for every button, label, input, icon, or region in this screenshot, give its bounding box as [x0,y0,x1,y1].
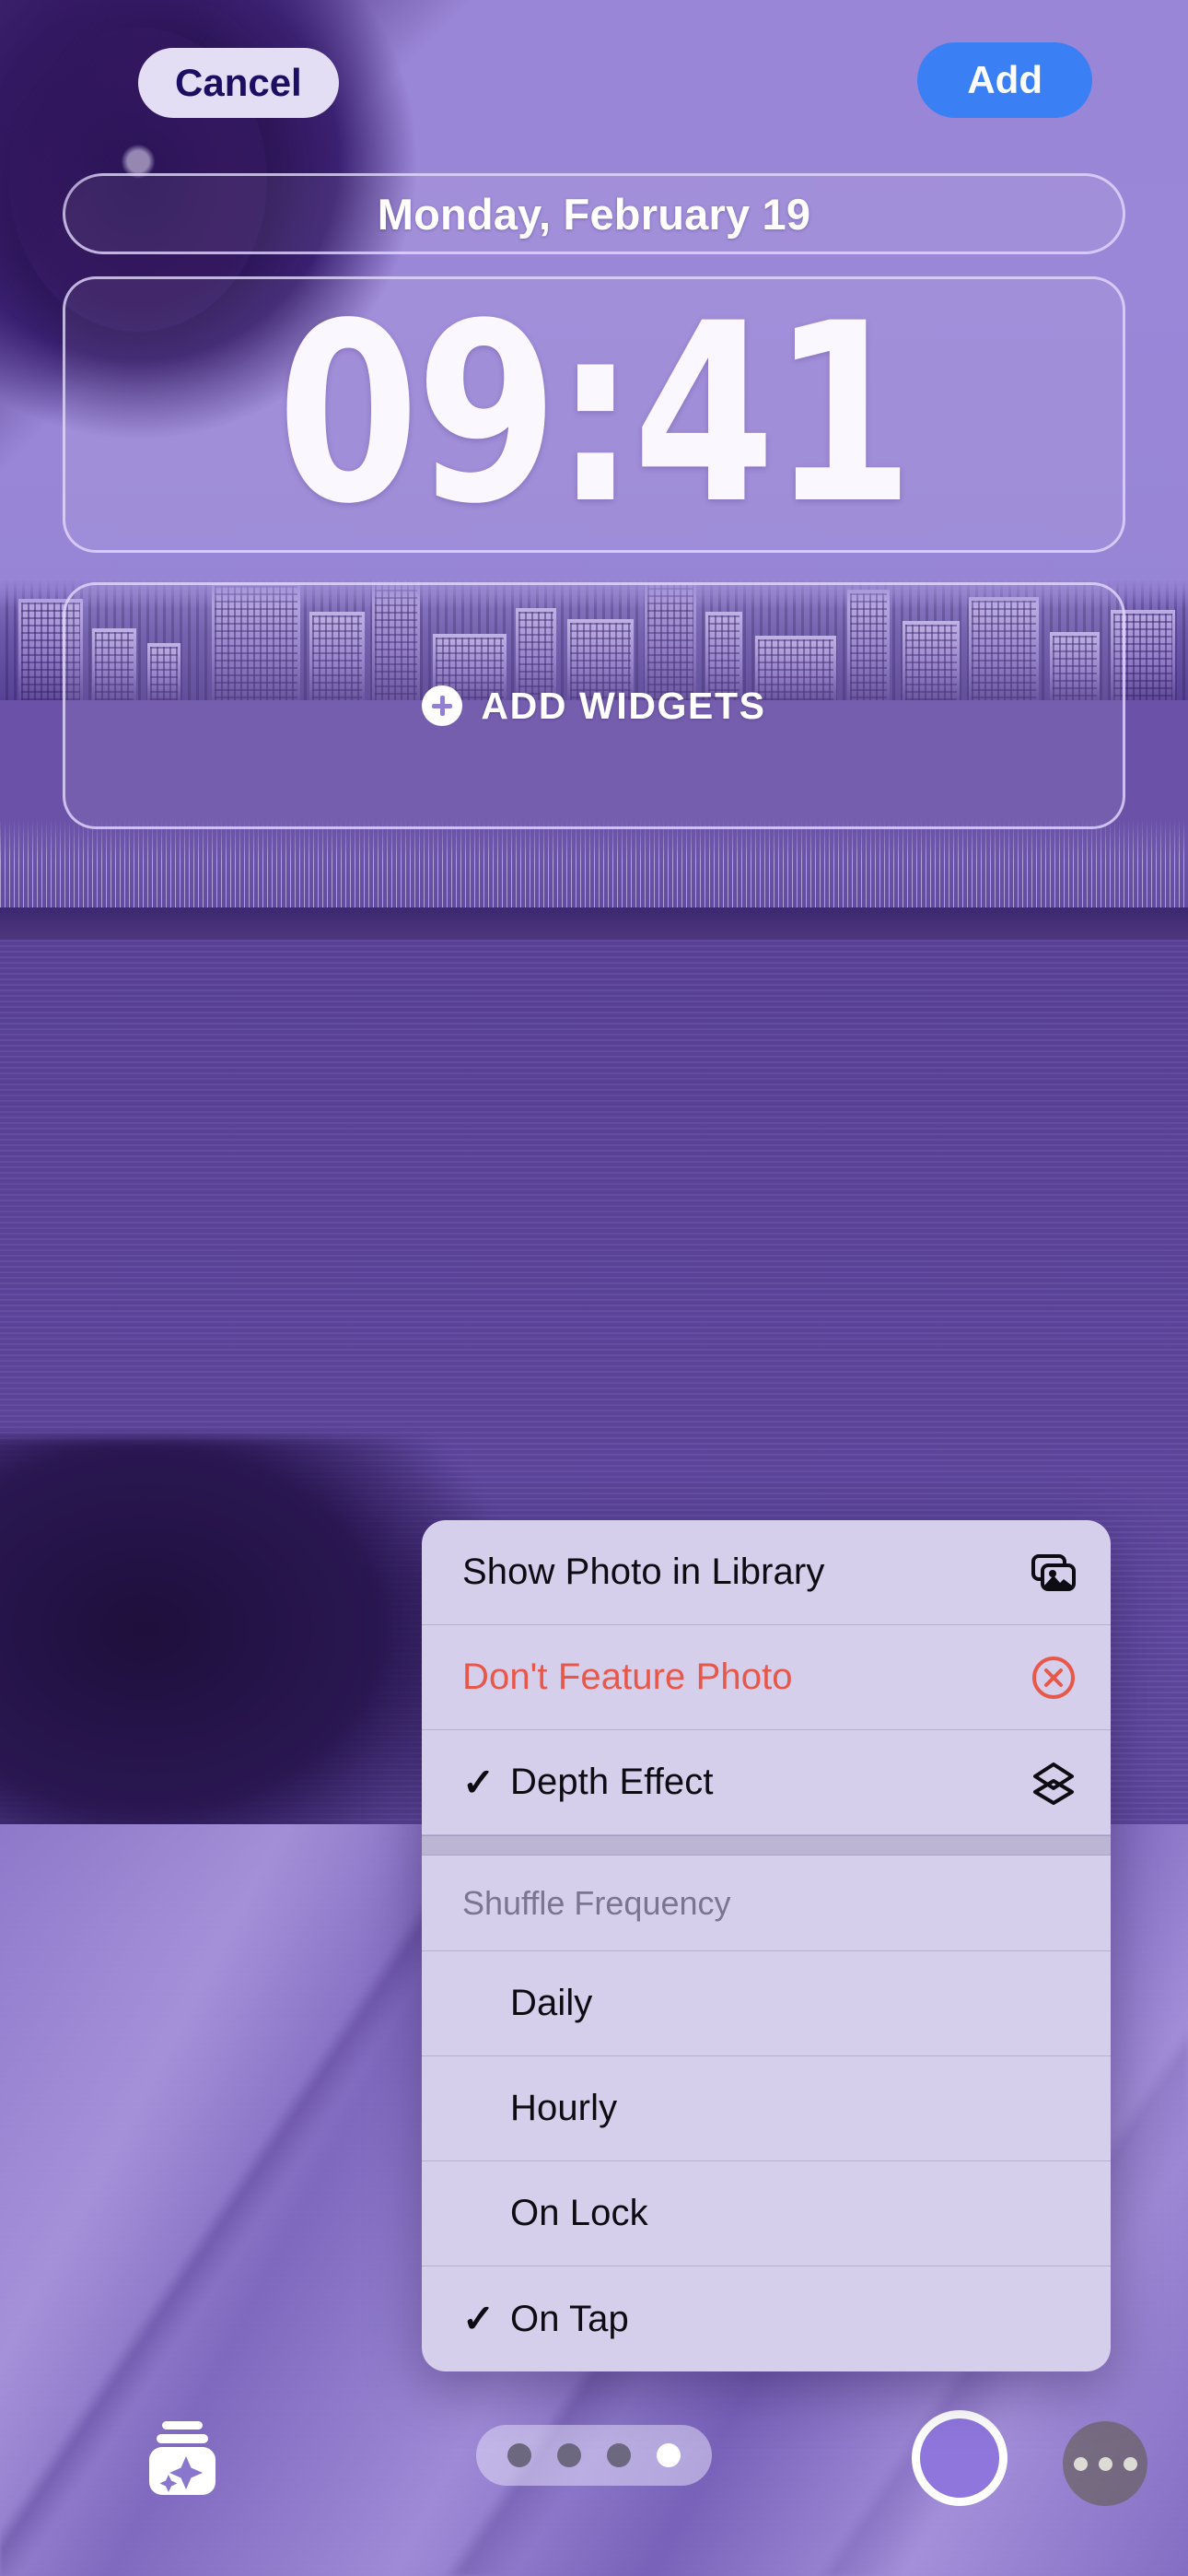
ellipsis-dot [1123,2456,1137,2471]
wallpaper-shoreline [0,907,1188,944]
ellipsis-dot [1073,2456,1088,2471]
photo-options-context-menu: Show Photo in Library Don't Feature Phot… [422,1520,1111,2371]
menu-section-separator [422,1835,1111,1856]
menu-item-label: Show Photo in Library [462,1551,825,1592]
menu-item-hourly[interactable]: ✓ Hourly [422,2056,1111,2161]
checkmark-icon: ✓ [462,1760,495,1804]
photo-shuffle-sparkle-icon[interactable] [138,2414,227,2502]
menu-section-header-label: Shuffle Frequency [462,1883,731,1922]
menu-item-label: Depth Effect [510,1762,714,1802]
page-dot-active[interactable] [657,2443,681,2467]
checkmark-icon: ✓ [462,1985,510,2023]
cancel-button[interactable]: Cancel [138,48,339,118]
menu-item-label: Don't Feature Photo [462,1657,793,1697]
plus-circle-icon [422,685,463,726]
checkmark-icon: ✓ [462,2297,495,2340]
clock-widget-frame[interactable]: 09:41 [63,276,1125,553]
menu-item-daily[interactable]: ✓ Daily [422,1951,1111,2056]
x-circle-icon [1028,1652,1079,1704]
date-widget-frame[interactable]: Monday, February 19 [63,173,1125,254]
lock-screen-date: Monday, February 19 [377,189,811,239]
page-dot[interactable] [607,2443,631,2467]
menu-item-on-tap[interactable]: ✓ On Tap [422,2266,1111,2371]
menu-item-depth-effect[interactable]: ✓ Depth Effect [422,1730,1111,1835]
add-button[interactable]: Add [917,42,1092,118]
checkmark-icon: ✓ [462,2195,510,2233]
add-widgets-frame[interactable]: ADD WIDGETS [63,582,1125,829]
menu-item-label: Hourly [510,2088,618,2128]
checkmark-icon: ✓ [462,2090,510,2128]
ellipsis-dot [1098,2456,1112,2471]
page-dot[interactable] [507,2443,531,2467]
menu-item-show-photo-in-library[interactable]: Show Photo in Library [422,1520,1111,1625]
menu-item-dont-feature-photo[interactable]: Don't Feature Photo [422,1625,1111,1730]
add-widgets-label: ADD WIDGETS [481,684,766,727]
menu-item-label: On Lock [510,2193,648,2233]
color-swatch-button[interactable] [912,2410,1007,2506]
menu-section-header-shuffle-frequency: Shuffle Frequency [422,1856,1111,1951]
layers-icon [1028,1757,1079,1809]
photo-stack-icon [1028,1547,1079,1598]
lock-screen-time: 09:41 [277,271,914,558]
menu-item-label: Daily [510,1983,593,2023]
menu-item-label: On Tap [510,2298,629,2339]
top-bar: Cancel Add [0,0,1188,147]
bottom-toolbar [0,2364,1188,2576]
page-indicator[interactable] [476,2425,712,2486]
add-widgets-button[interactable]: ADD WIDGETS [422,685,765,728]
ellipsis-icon[interactable] [1063,2421,1147,2506]
menu-item-on-lock[interactable]: ✓ On Lock [422,2161,1111,2266]
page-dot[interactable] [557,2443,581,2467]
